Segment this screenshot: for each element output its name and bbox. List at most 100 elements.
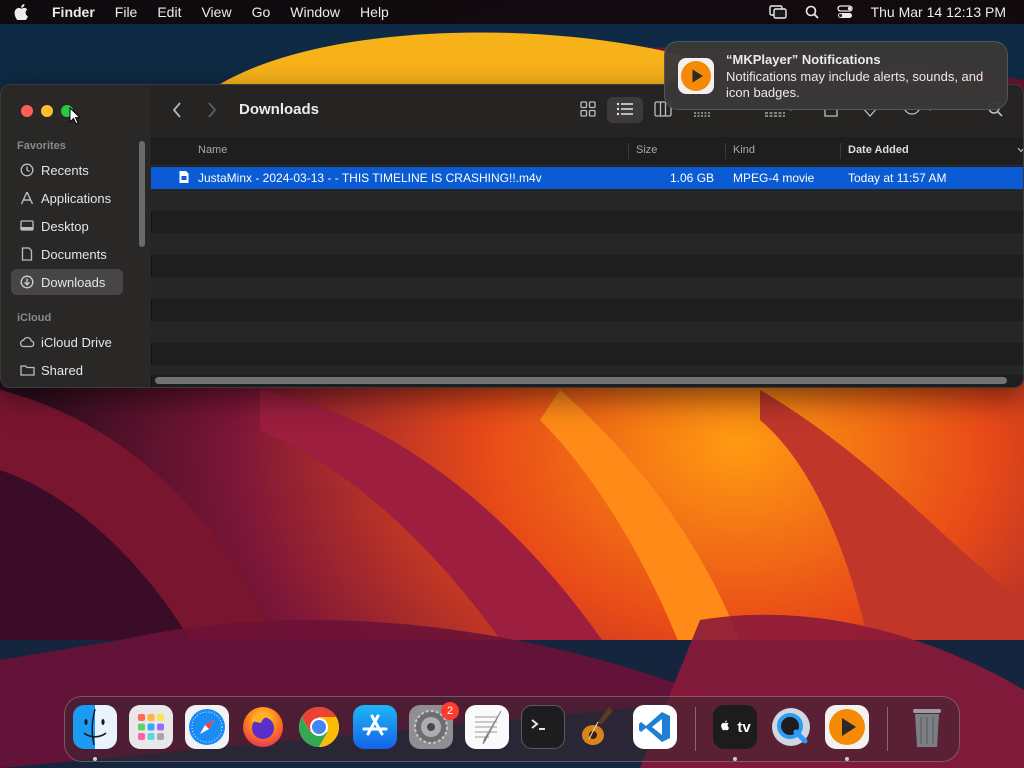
empty-row	[151, 255, 1023, 277]
garageband-icon[interactable]	[577, 705, 621, 749]
applications-icon	[19, 190, 35, 206]
back-button[interactable]	[171, 101, 183, 124]
document-icon	[19, 246, 35, 262]
file-name: JustaMinx - 2024-03-13 - - THIS TIMELINE…	[198, 171, 542, 185]
sidebar-item-downloads[interactable]: Downloads	[11, 269, 123, 295]
apple-tv-icon[interactable]: tv	[713, 705, 757, 749]
column-header-row: Name Size Kind Date Added	[151, 137, 1023, 166]
empty-row	[151, 211, 1023, 233]
forward-button[interactable]	[206, 101, 218, 124]
running-indicator	[93, 757, 97, 761]
dock-separator	[887, 707, 888, 751]
screen-mirroring-icon[interactable]	[768, 5, 787, 19]
sidebar-item-label: Applications	[41, 190, 112, 206]
sidebar-item-icloud-drive[interactable]: iCloud Drive	[11, 329, 123, 355]
launchpad-icon[interactable]	[129, 705, 173, 749]
column-divider[interactable]	[840, 143, 841, 159]
running-indicator	[733, 757, 737, 761]
list-view-button[interactable]	[616, 101, 634, 122]
sidebar-item-documents[interactable]: Documents	[11, 241, 123, 267]
sidebar-item-label: Documents	[41, 246, 107, 262]
file-size: 1.06 GB	[670, 171, 715, 185]
sidebar-item-label: Downloads	[41, 274, 106, 290]
sidebar-favorites-header: Favorites	[17, 140, 66, 152]
vscode-icon[interactable]	[633, 705, 677, 749]
finder-icon[interactable]	[73, 705, 117, 749]
finder-window: Favorites Recents Applications Desktop D…	[0, 84, 1024, 388]
empty-row	[151, 365, 1023, 375]
file-list: JustaMinx - 2024-03-13 - - THIS TIMELINE…	[151, 167, 1023, 377]
menu-view[interactable]: View	[201, 4, 231, 20]
sidebar-item-recents[interactable]: Recents	[11, 157, 123, 183]
menu-clock[interactable]: Thu Mar 14 12:13 PM	[871, 4, 1006, 20]
sidebar-item-label: Desktop	[41, 218, 89, 234]
chrome-icon[interactable]	[297, 705, 341, 749]
dock: 2 tv	[64, 696, 960, 762]
sort-chevron-icon[interactable]	[1017, 144, 1023, 156]
shared-folder-icon	[19, 362, 35, 378]
menu-file[interactable]: File	[115, 4, 138, 20]
sidebar-item-label: Shared	[41, 362, 83, 378]
window-title: Downloads	[239, 101, 320, 118]
sidebar-item-shared[interactable]: Shared	[11, 357, 123, 383]
desktop-icon	[19, 218, 35, 234]
menu-bar: Finder File Edit View Go Window Help Thu…	[0, 0, 1024, 24]
app-store-icon[interactable]	[353, 705, 397, 749]
textedit-icon[interactable]	[465, 705, 509, 749]
notification-title: “MKPlayer” Notifications	[726, 52, 881, 67]
horizontal-scrollbar[interactable]	[155, 377, 1007, 384]
column-divider[interactable]	[628, 143, 629, 159]
close-window-button[interactable]	[21, 105, 33, 117]
menu-app-name[interactable]: Finder	[52, 4, 95, 20]
empty-row	[151, 321, 1023, 343]
terminal-icon[interactable]	[521, 705, 565, 749]
mouse-cursor-icon	[69, 107, 81, 125]
sidebar-item-label: Recents	[41, 162, 89, 178]
menu-edit[interactable]: Edit	[157, 4, 181, 20]
window-controls	[21, 105, 73, 117]
quicktime-icon[interactable]	[769, 705, 813, 749]
sidebar-item-applications[interactable]: Applications	[11, 185, 123, 211]
file-row[interactable]: JustaMinx - 2024-03-13 - - THIS TIMELINE…	[151, 167, 1023, 189]
column-header-date-added[interactable]: Date Added	[848, 144, 909, 156]
firefox-icon[interactable]	[241, 705, 285, 749]
cloud-icon	[19, 334, 35, 350]
empty-row	[151, 299, 1023, 321]
clock-icon	[19, 162, 35, 178]
running-indicator	[845, 757, 849, 761]
apple-menu-icon[interactable]	[14, 4, 38, 20]
apple-tv-label: tv	[737, 718, 751, 736]
file-kind: MPEG-4 movie	[733, 171, 815, 185]
sidebar-item-desktop[interactable]: Desktop	[11, 213, 123, 239]
mkplayer-icon	[678, 58, 714, 94]
sidebar-scrollbar[interactable]	[139, 141, 145, 247]
trash-icon[interactable]	[905, 705, 949, 749]
column-header-size[interactable]: Size	[636, 144, 657, 156]
menu-help[interactable]: Help	[360, 4, 389, 20]
spotlight-search-icon[interactable]	[805, 5, 819, 19]
notification-banner[interactable]: “MKPlayer” Notifications Notifications m…	[664, 41, 1008, 110]
icon-view-button[interactable]	[580, 101, 596, 122]
file-date-added: Today at 11:57 AM	[848, 171, 947, 185]
notification-badge: 2	[441, 702, 459, 720]
mkplayer-icon[interactable]	[825, 705, 869, 749]
menu-window[interactable]: Window	[290, 4, 340, 20]
notification-body: Notifications may include alerts, sounds…	[726, 69, 984, 100]
empty-row	[151, 189, 1023, 211]
finder-sidebar: Favorites Recents Applications Desktop D…	[1, 85, 152, 387]
empty-row	[151, 233, 1023, 255]
dock-separator	[695, 707, 696, 751]
minimize-window-button[interactable]	[41, 105, 53, 117]
empty-row	[151, 343, 1023, 365]
sidebar-icloud-header: iCloud	[17, 312, 52, 324]
menu-go[interactable]: Go	[252, 4, 271, 20]
safari-icon[interactable]	[185, 705, 229, 749]
empty-row	[151, 277, 1023, 299]
control-center-icon[interactable]	[836, 5, 853, 19]
movie-file-icon	[178, 170, 190, 187]
column-header-kind[interactable]: Kind	[733, 144, 755, 156]
download-icon	[19, 274, 35, 290]
column-divider[interactable]	[725, 143, 726, 159]
sidebar-item-label: iCloud Drive	[41, 334, 112, 350]
column-header-name[interactable]: Name	[198, 144, 227, 156]
